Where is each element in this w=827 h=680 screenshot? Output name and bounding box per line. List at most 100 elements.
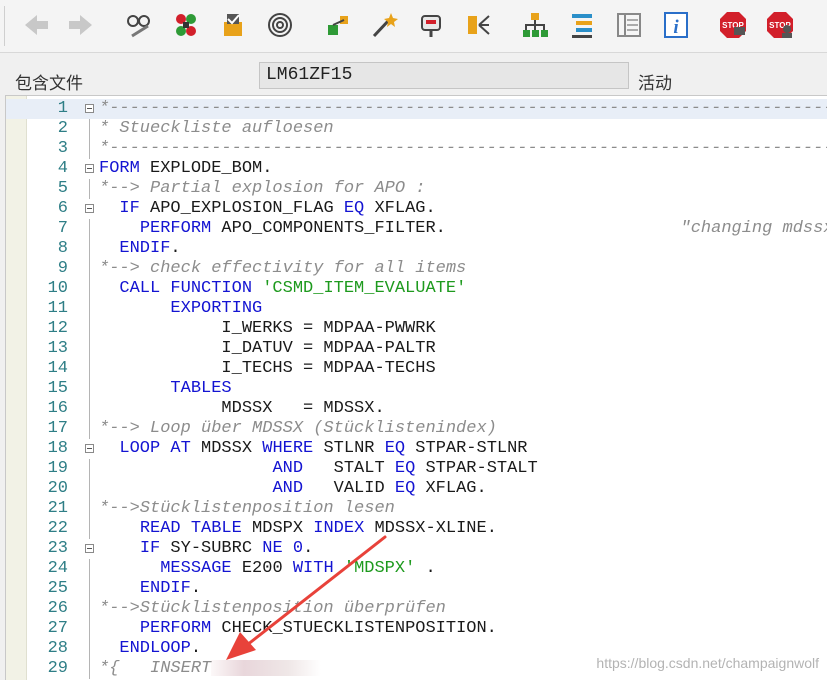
code-token: MDSSX = MDSSX.	[99, 399, 385, 418]
code-token: *-->Stücklistenposition überprüfen	[99, 599, 446, 618]
code-token: STPAR-STALT	[415, 459, 538, 478]
fold-toggle-icon[interactable]	[85, 544, 94, 553]
code-line[interactable]: 10 CALL FUNCTION 'CSMD_ITEM_EVALUATE'	[6, 279, 827, 299]
code-text: *---------------------------------------…	[99, 99, 827, 119]
navigate-button[interactable]	[462, 8, 494, 42]
code-line[interactable]: 8 ENDIF.	[6, 239, 827, 259]
fold-guide	[89, 459, 90, 479]
fold-guide	[89, 319, 90, 339]
hierarchy-icon	[520, 10, 550, 40]
code-line[interactable]: 24 MESSAGE E200 WITH 'MDSPX' .	[6, 559, 827, 579]
code-line[interactable]: 18 LOOP AT MDSSX WHERE STLNR EQ STPAR-ST…	[6, 439, 827, 459]
code-line[interactable]: 23 IF SY-SUBRC NE 0.	[6, 539, 827, 559]
back-button[interactable]	[20, 8, 52, 42]
code-line[interactable]: 16 MDSSX = MDSSX.	[6, 399, 827, 419]
code-token: AND	[272, 479, 304, 498]
fold-toggle-icon[interactable]	[85, 164, 94, 173]
code-line[interactable]: 21 *-->Stücklistenposition lesen	[6, 499, 827, 519]
activate-icon	[171, 10, 201, 40]
code-line[interactable]: 12 I_WERKS = MDPAA-PWWRK	[6, 319, 827, 339]
info-icon: i	[661, 10, 691, 40]
code-text: I_WERKS = MDPAA-PWWRK	[99, 319, 435, 339]
code-line[interactable]: 19 AND STALT EQ STPAR-STALT	[6, 459, 827, 479]
fold-guide	[89, 659, 90, 679]
code-text: IF SY-SUBRC NE 0.	[99, 539, 313, 559]
code-line[interactable]: 2 * Stueckliste aufloesen *	[6, 119, 827, 139]
code-line[interactable]: 25 ENDIF.	[6, 579, 827, 599]
forward-button[interactable]	[65, 8, 97, 42]
stop-user-button[interactable]: STOP	[764, 8, 796, 42]
fold-guide	[89, 379, 90, 399]
pretty-printer-button[interactable]	[566, 8, 598, 42]
where-used-button[interactable]	[322, 8, 354, 42]
code-token: WHERE	[262, 439, 314, 458]
code-line[interactable]: 15 TABLES	[6, 379, 827, 399]
code-line[interactable]: 1 *--------------------------------------…	[6, 99, 827, 119]
code-line[interactable]: 4 FORM EXPLODE_BOM.	[6, 159, 827, 179]
code-text: *{ INSERT	[99, 659, 322, 679]
code-text: CALL FUNCTION 'CSMD_ITEM_EVALUATE'	[99, 279, 466, 299]
code-line[interactable]: 7 PERFORM APO_COMPONENTS_FILTER. "changi…	[6, 219, 827, 239]
code-line[interactable]: 3 *--------------------------------------…	[6, 139, 827, 159]
code-line[interactable]: 13 I_DATUV = MDPAA-PALTR	[6, 339, 827, 359]
code-line[interactable]: 9 *--> check effectivity for all items	[6, 259, 827, 279]
code-token: E200	[231, 559, 293, 578]
code-token: IF	[139, 539, 161, 558]
line-number: 7	[57, 219, 68, 238]
code-text: READ TABLE MDSPX INDEX MDSSX-XLINE.	[99, 519, 497, 539]
code-text: EXPORTING	[99, 299, 262, 319]
fold-toggle-icon[interactable]	[85, 204, 94, 213]
code-line[interactable]: 22 READ TABLE MDSPX INDEX MDSSX-XLINE.	[6, 519, 827, 539]
navigate-icon	[463, 10, 493, 40]
code-token: NE	[262, 539, 283, 558]
code-line[interactable]: 20 AND VALID EQ XFLAG.	[6, 479, 827, 499]
watermark: https://blog.csdn.net/champaignwolf	[596, 655, 819, 671]
code-line[interactable]: 17 *--> Loop über MDSSX (Stücklistenindex…	[6, 419, 827, 439]
code-token: IF	[119, 199, 140, 218]
hierarchy-button[interactable]	[519, 8, 551, 42]
code-line[interactable]: 27 PERFORM CHECK_STUECKLISTENPOSITION.	[6, 619, 827, 639]
code-text: *--> check effectivity for all items	[99, 259, 466, 279]
stop-monitor-button[interactable]: STOP	[717, 8, 749, 42]
magic-wand-button[interactable]	[368, 8, 400, 42]
code-line[interactable]: 11 EXPORTING	[6, 299, 827, 319]
fold-guide	[89, 259, 90, 279]
line-number: 2	[57, 119, 68, 138]
code-token: XFLAG.	[364, 199, 436, 218]
info-button[interactable]: i	[660, 8, 692, 42]
code-token: STPAR-STLNR	[405, 439, 528, 458]
include-name-field[interactable]: LM61ZF15	[259, 62, 629, 89]
line-number: 21	[47, 499, 68, 518]
code-token: *---------------------------------------…	[99, 139, 827, 158]
pretty-printer-icon	[567, 10, 597, 40]
fold-toggle-icon[interactable]	[85, 104, 94, 113]
magic-wand-icon	[369, 10, 399, 40]
code-text: AND STALT EQ STPAR-STALT	[99, 459, 538, 479]
check-button[interactable]	[217, 8, 249, 42]
display-change-button[interactable]	[123, 8, 155, 42]
code-token: CALL FUNCTION	[119, 279, 253, 298]
code-line[interactable]: 6 IF APO_EXPLOSION_FLAG EQ XFLAG.	[6, 199, 827, 219]
layout-button[interactable]	[613, 8, 645, 42]
activate-button[interactable]	[170, 8, 202, 42]
other-object-button[interactable]	[264, 8, 296, 42]
code-token: 'CSMD_ITEM_EVALUATE'	[262, 279, 467, 298]
line-number: 9	[57, 259, 68, 278]
breakpoint-button[interactable]	[415, 8, 447, 42]
code-text: PERFORM APO_COMPONENTS_FILTER. "changing…	[99, 219, 827, 239]
code-line[interactable]: 26 *-->Stücklistenposition überprüfen	[6, 599, 827, 619]
code-text: PERFORM CHECK_STUECKLISTENPOSITION.	[99, 619, 497, 639]
code-line[interactable]: 5 *--> Partial explosion for APO :	[6, 179, 827, 199]
other-object-icon	[265, 10, 295, 40]
code-token: PERFORM	[139, 619, 212, 638]
code-line[interactable]: 14 I_TECHS = MDPAA-TECHS	[6, 359, 827, 379]
line-number: 20	[47, 479, 68, 498]
include-info-bar: 包含文件 LM61ZF15 活动	[0, 53, 827, 93]
fold-toggle-icon[interactable]	[85, 444, 94, 453]
abap-editor[interactable]: 1 *--------------------------------------…	[5, 95, 827, 680]
